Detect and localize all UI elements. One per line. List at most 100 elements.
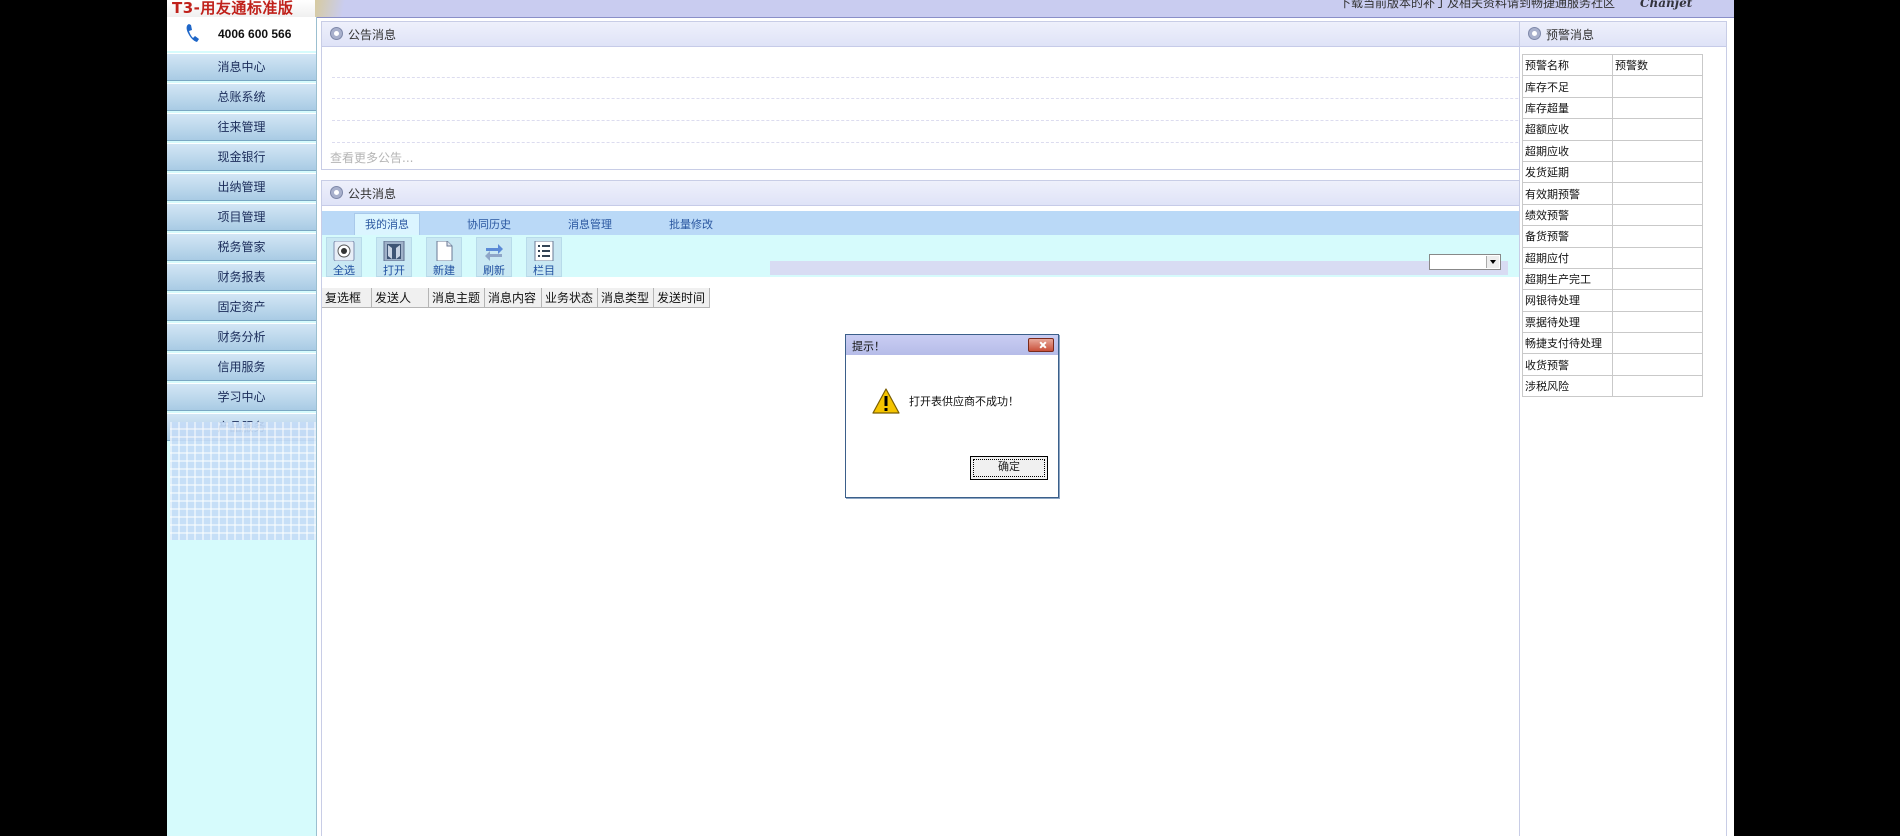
phone-icon	[186, 24, 199, 42]
dialog-message: 打开表供应商不成功！	[909, 395, 1019, 408]
alert-panel: 预警消息 预警名称 预警数 库存不足 库存超量 超额应收 超期应收 发货延期 有…	[1519, 21, 1727, 836]
alert-name: 收货预警	[1522, 353, 1613, 376]
product-logo-text: T3-用友通标准版	[172, 0, 294, 17]
alert-table: 预警名称 预警数 库存不足 库存超量 超额应收 超期应收 发货延期 有效期预警 …	[1522, 53, 1703, 398]
alert-row[interactable]: 超期生产完工	[1522, 267, 1703, 291]
see-more-announcements-link[interactable]: 查看更多公告...	[330, 149, 413, 166]
nav-item-financial-reports[interactable]: 财务报表	[167, 263, 316, 291]
nav-item-message-center[interactable]: 消息中心	[167, 53, 316, 81]
column-sender[interactable]: 发送人	[372, 288, 429, 308]
open-button[interactable]: 打开	[376, 237, 412, 277]
alert-name: 超期应收	[1522, 139, 1613, 162]
alert-name: 畅捷支付待处理	[1522, 332, 1613, 355]
announcement-panel: 公告消息 更多+ 查看更多公告...	[321, 21, 1679, 170]
tab-batch-edit[interactable]: 批量修改	[669, 214, 713, 235]
alert-row[interactable]: 绩效预警	[1522, 203, 1703, 227]
toolbar-strip	[770, 261, 1508, 275]
alert-name: 备货预警	[1522, 225, 1613, 248]
select-all-icon	[333, 241, 355, 261]
dialog-titlebar: 提示！	[846, 335, 1058, 355]
columns-label: 栏目	[533, 264, 555, 277]
refresh-button[interactable]: 刷新	[476, 237, 512, 277]
alert-row[interactable]: 超额应收	[1522, 118, 1703, 141]
alert-name-header: 预警名称	[1522, 53, 1613, 77]
alert-row[interactable]: 库存不足	[1522, 75, 1703, 98]
alert-row[interactable]: 有效期预警	[1522, 182, 1703, 205]
alert-header: 预警消息	[1520, 22, 1726, 47]
column-content[interactable]: 消息内容	[485, 288, 542, 308]
announcement-header: 公告消息 更多+	[322, 22, 1678, 47]
nav-item-projects[interactable]: 项目管理	[167, 203, 316, 231]
nav-item-learning-center[interactable]: 学习中心	[167, 383, 316, 411]
column-checkbox[interactable]: 复选框	[322, 288, 372, 308]
alert-row[interactable]: 超期应付	[1522, 246, 1703, 269]
alert-count	[1612, 139, 1703, 162]
public-message-title: 公共消息	[348, 187, 397, 201]
tab-collab-history[interactable]: 协同历史	[467, 214, 511, 235]
alert-table-header: 预警名称 预警数	[1522, 53, 1703, 77]
alert-count	[1612, 96, 1703, 120]
filter-dropdown[interactable]	[1429, 254, 1501, 270]
nav-item-receivables-payables[interactable]: 往来管理	[167, 113, 316, 141]
alert-name: 涉税风险	[1522, 374, 1613, 398]
alert-count-header: 预警数	[1612, 53, 1703, 77]
panel-bullet-icon	[1528, 27, 1541, 40]
message-grid-header: 复选框 发送人 消息主题 消息内容 业务状态 消息类型 发送时间	[322, 288, 710, 308]
nav-item-general-ledger[interactable]: 总账系统	[167, 83, 316, 111]
alert-name: 库存不足	[1522, 75, 1613, 98]
warning-icon	[872, 388, 900, 414]
announcement-title: 公告消息	[348, 28, 397, 42]
nav-item-cash-bank[interactable]: 现金银行	[167, 143, 316, 171]
left-sidebar: 4006 600 566 消息中心 总账系统 往来管理 现金银行 出纳管理 项目…	[167, 17, 317, 836]
alert-count	[1612, 310, 1703, 334]
alert-row[interactable]: 涉税风险	[1522, 374, 1703, 398]
alert-name: 发货延期	[1522, 160, 1613, 184]
refresh-label: 刷新	[483, 264, 505, 277]
top-notice-link[interactable]: 下载当前版本的补丁及相关资料请到畅捷通服务社区	[1339, 0, 1615, 11]
alert-name: 绩效预警	[1522, 203, 1613, 227]
dialog-close-button[interactable]	[1028, 338, 1054, 352]
column-message-type[interactable]: 消息类型	[598, 288, 654, 308]
alert-count	[1612, 225, 1703, 248]
panel-bullet-icon	[330, 27, 343, 40]
nav-item-fixed-assets[interactable]: 固定资产	[167, 293, 316, 321]
tab-my-messages[interactable]: 我的消息	[354, 213, 420, 235]
alert-row[interactable]: 票据待处理	[1522, 310, 1703, 334]
alert-row[interactable]: 备货预警	[1522, 225, 1703, 248]
select-all-label: 全选	[333, 264, 355, 277]
alert-row[interactable]: 收货预警	[1522, 353, 1703, 376]
column-business-status[interactable]: 业务状态	[542, 288, 598, 308]
public-message-header: 公共消息	[322, 181, 1678, 206]
public-message-panel: 公共消息 我的消息 协同历史 消息管理 批量修改 全选 打开 新建 刷新 栏目 …	[321, 180, 1679, 836]
alert-count	[1612, 118, 1703, 141]
ok-button[interactable]: 确定	[970, 456, 1048, 480]
nav-item-credit-service[interactable]: 信用服务	[167, 353, 316, 381]
alert-count	[1612, 182, 1703, 205]
open-label: 打开	[383, 264, 405, 277]
alert-row[interactable]: 发货延期	[1522, 160, 1703, 184]
nav-item-cashier[interactable]: 出纳管理	[167, 173, 316, 201]
alert-count	[1612, 75, 1703, 98]
nav-item-tax-manager[interactable]: 税务管家	[167, 233, 316, 261]
new-document-icon	[436, 241, 453, 261]
select-all-button[interactable]: 全选	[326, 237, 362, 277]
alert-name: 库存超量	[1522, 96, 1613, 120]
top-banner: T3-用友通标准版 下载当前版本的补丁及相关资料请到畅捷通服务社区 Chanje…	[167, 0, 1734, 19]
alert-row[interactable]: 库存超量	[1522, 96, 1703, 120]
alert-count	[1612, 246, 1703, 269]
column-send-time[interactable]: 发送时间	[654, 288, 710, 308]
alert-row[interactable]: 网银待处理	[1522, 289, 1703, 312]
divider	[332, 120, 1668, 121]
new-button[interactable]: 新建	[426, 237, 462, 277]
open-icon	[383, 241, 405, 261]
columns-icon	[534, 241, 554, 261]
alert-name: 网银待处理	[1522, 289, 1613, 312]
alert-row[interactable]: 畅捷支付待处理	[1522, 332, 1703, 355]
tab-message-management[interactable]: 消息管理	[568, 214, 612, 235]
column-subject[interactable]: 消息主题	[429, 288, 485, 308]
alert-row[interactable]: 超期应收	[1522, 139, 1703, 162]
nav-item-financial-analysis[interactable]: 财务分析	[167, 323, 316, 351]
alert-count	[1612, 289, 1703, 312]
divider	[332, 98, 1668, 99]
columns-button[interactable]: 栏目	[526, 237, 562, 277]
